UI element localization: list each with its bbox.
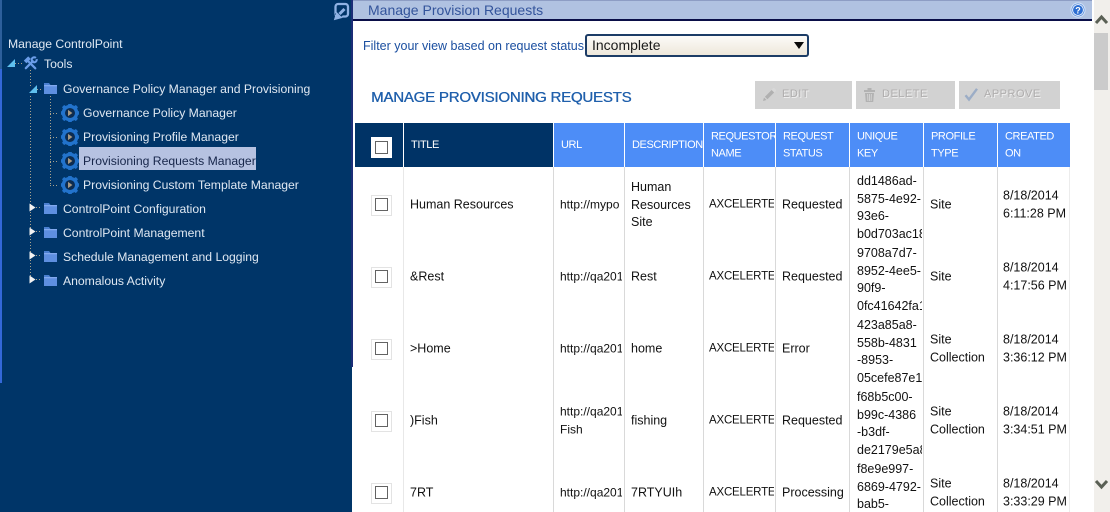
- svg-text:?: ?: [1075, 5, 1081, 15]
